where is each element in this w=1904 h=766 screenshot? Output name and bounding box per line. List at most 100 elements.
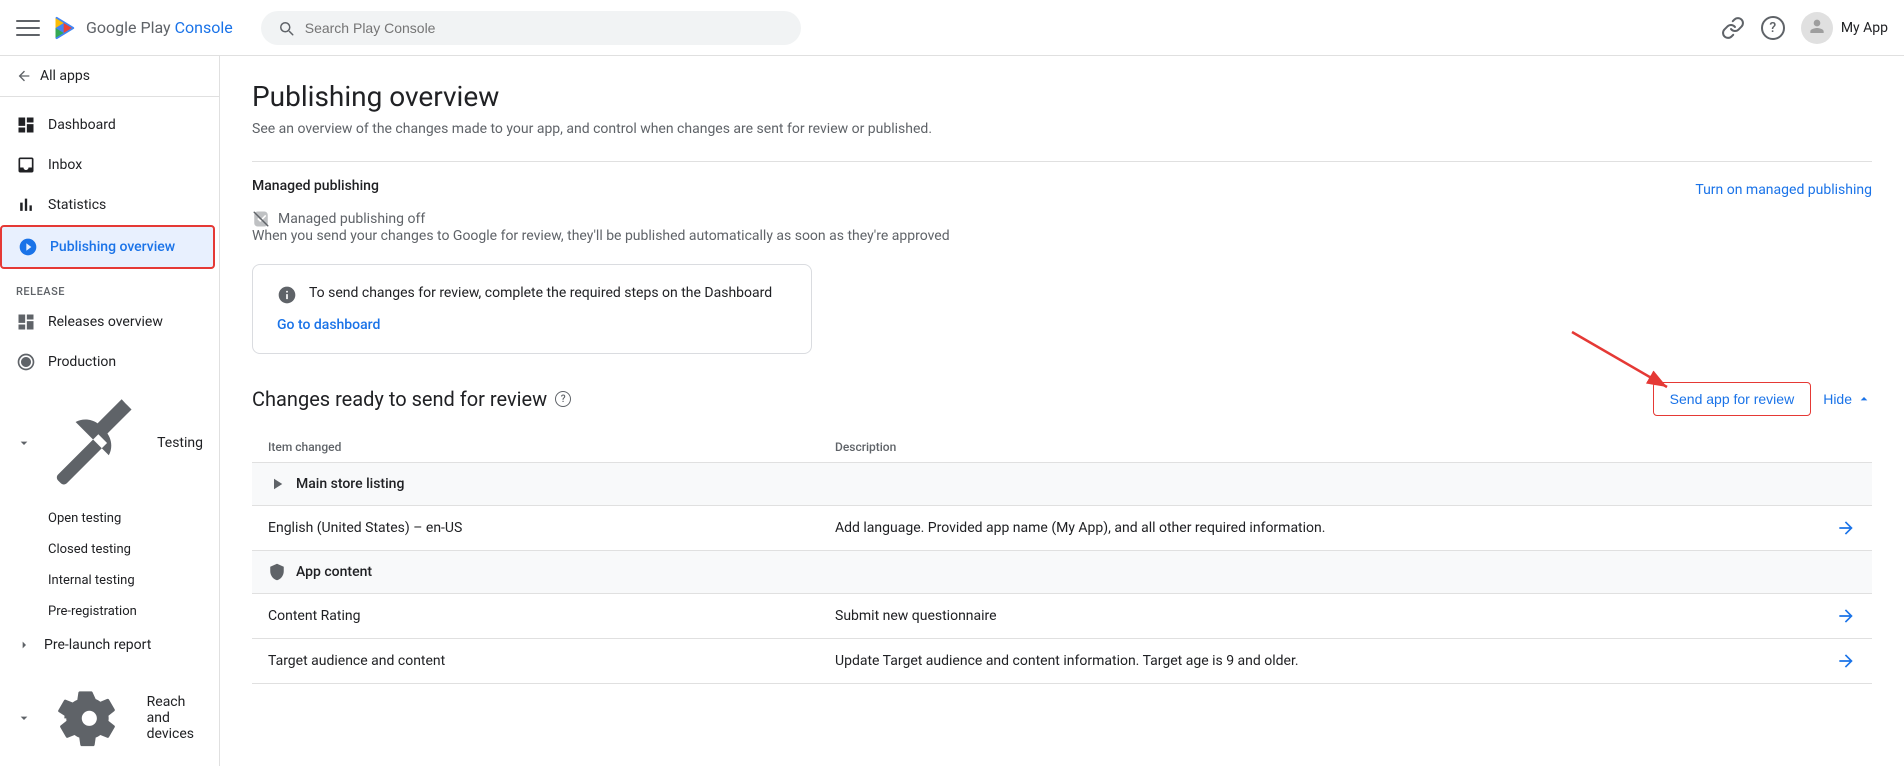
- row-arrow-icon-3[interactable]: [1836, 651, 1856, 671]
- sidebar-item-pre-registration[interactable]: Pre-registration: [0, 596, 219, 627]
- managed-publishing-title: Managed publishing: [252, 178, 379, 194]
- dashboard-label: Dashboard: [48, 117, 116, 133]
- info-box-row: To send changes for review, complete the…: [277, 285, 787, 305]
- publishing-icon: [18, 237, 38, 257]
- back-arrow-icon: [16, 68, 32, 84]
- sidebar-item-production[interactable]: Production: [0, 342, 211, 382]
- changes-title: Changes ready to send for review ?: [252, 387, 571, 411]
- all-apps-label: All apps: [40, 68, 90, 84]
- row-arrow-icon-2[interactable]: [1836, 606, 1856, 626]
- changes-header: Changes ready to send for review ? Send …: [252, 382, 1872, 416]
- sidebar-testing-expandable[interactable]: Testing: [0, 382, 219, 503]
- sidebar: All apps Dashboard Inbox Statistics Publ…: [0, 56, 220, 766]
- account-name: My App: [1841, 20, 1888, 36]
- sidebar-item-open-testing[interactable]: Open testing: [0, 503, 219, 534]
- table-row: Target audience and content Update Targe…: [252, 639, 1872, 684]
- open-testing-label: Open testing: [48, 511, 121, 526]
- main-content: Publishing overview See an overview of t…: [220, 56, 1904, 766]
- account-section[interactable]: My App: [1801, 12, 1888, 44]
- sidebar-item-statistics[interactable]: Statistics: [0, 185, 211, 225]
- logo: Google Play Console: [52, 14, 233, 42]
- app-content-row: App content: [268, 563, 1856, 581]
- info-icon: [277, 285, 297, 305]
- item-content-rating: Content Rating: [252, 594, 819, 639]
- item-en-us: English (United States) – en-US: [252, 506, 819, 551]
- send-app-for-review-button[interactable]: Send app for review: [1653, 382, 1812, 416]
- sidebar-reach-devices-expandable[interactable]: Reach and devices: [0, 663, 219, 766]
- sidebar-item-dashboard[interactable]: Dashboard: [0, 105, 211, 145]
- search-container: [261, 11, 801, 45]
- hide-button[interactable]: Hide: [1823, 391, 1872, 407]
- managed-status-text: Managed publishing off: [278, 211, 425, 227]
- pre-registration-label: Pre-registration: [48, 604, 137, 619]
- main-nav: Dashboard Inbox Statistics Publishing ov…: [0, 97, 219, 277]
- internal-testing-label: Internal testing: [48, 573, 135, 588]
- search-box[interactable]: [261, 11, 801, 45]
- topbar: Google Play Console ? My App: [0, 0, 1904, 56]
- statistics-label: Statistics: [48, 197, 106, 213]
- chevron-right-icon: [16, 637, 32, 653]
- page-title: Publishing overview: [252, 80, 1872, 113]
- search-icon: [277, 19, 295, 37]
- table-row: Main store listing: [252, 463, 1872, 506]
- desc-content-rating: Submit new questionnaire: [819, 594, 1872, 639]
- chevron-down-icon: [16, 435, 32, 451]
- help-icon[interactable]: ?: [1761, 16, 1785, 40]
- table-row: App content: [252, 551, 1872, 594]
- table-row: Content Rating Submit new questionnaire: [252, 594, 1872, 639]
- sidebar-item-internal-testing[interactable]: Internal testing: [0, 565, 219, 596]
- production-label: Production: [48, 354, 116, 370]
- menu-icon[interactable]: [16, 16, 40, 40]
- sidebar-item-closed-testing[interactable]: Closed testing: [0, 534, 219, 565]
- managed-publishing-section: Managed publishing Turn on managed publi…: [252, 178, 1872, 244]
- row-arrow-icon[interactable]: [1836, 518, 1856, 538]
- inbox-label: Inbox: [48, 157, 82, 173]
- production-icon: [16, 352, 36, 372]
- table-row: English (United States) – en-US Add lang…: [252, 506, 1872, 551]
- reach-icon: [44, 673, 135, 764]
- managed-desc: When you send your changes to Google for…: [252, 228, 1872, 244]
- publishing-overview-label: Publishing overview: [50, 239, 175, 255]
- chevron-down-icon-2: [16, 710, 32, 726]
- table-body: Main store listing English (United State…: [252, 463, 1872, 684]
- closed-testing-label: Closed testing: [48, 542, 131, 557]
- info-box-text: To send changes for review, complete the…: [309, 285, 772, 301]
- release-section-title: Release: [0, 277, 219, 302]
- changes-actions: Send app for review Hide: [1653, 382, 1872, 416]
- link-icon[interactable]: [1721, 16, 1745, 40]
- managed-row: Managed publishing Turn on managed publi…: [252, 178, 1872, 202]
- all-apps-link[interactable]: All apps: [0, 56, 219, 97]
- shield-icon: [268, 563, 286, 581]
- help-circle-icon: ?: [555, 391, 571, 407]
- avatar: [1801, 12, 1833, 44]
- item-target-audience: Target audience and content: [252, 639, 819, 684]
- logo-text: Google Play Console: [86, 18, 233, 37]
- turn-on-managed-publishing-link[interactable]: Turn on managed publishing: [1695, 182, 1872, 198]
- pre-launch-label: Pre-launch report: [44, 637, 151, 653]
- layout: All apps Dashboard Inbox Statistics Publ…: [0, 56, 1904, 766]
- managed-publishing-off-icon: [252, 210, 270, 228]
- statistics-icon: [16, 195, 36, 215]
- changes-table: Item changed Description Main store list…: [252, 432, 1872, 684]
- go-to-dashboard-link[interactable]: Go to dashboard: [277, 317, 787, 333]
- inbox-icon: [16, 155, 36, 175]
- search-input[interactable]: [305, 20, 785, 36]
- sidebar-pre-launch-expandable[interactable]: Pre-launch report: [0, 627, 219, 663]
- col-description: Description: [819, 432, 1872, 463]
- info-box: To send changes for review, complete the…: [252, 264, 812, 354]
- dashboard-icon: [16, 115, 36, 135]
- chevron-up-icon: [1856, 391, 1872, 407]
- page-subtitle: See an overview of the changes made to y…: [252, 121, 1872, 137]
- sidebar-item-publishing-overview[interactable]: Publishing overview: [0, 225, 215, 269]
- desc-target-audience: Update Target audience and content infor…: [819, 639, 1872, 684]
- managed-status-row: Managed publishing off: [252, 210, 1872, 228]
- desc-en-us: Add language. Provided app name (My App)…: [819, 506, 1872, 551]
- testing-icon: [44, 392, 145, 493]
- testing-label: Testing: [157, 435, 203, 451]
- play-triangle-icon: [268, 475, 286, 493]
- releases-overview-label: Releases overview: [48, 314, 163, 330]
- sidebar-item-releases-overview[interactable]: Releases overview: [0, 302, 211, 342]
- reach-devices-label: Reach and devices: [147, 694, 203, 742]
- sidebar-item-inbox[interactable]: Inbox: [0, 145, 211, 185]
- releases-icon: [16, 312, 36, 332]
